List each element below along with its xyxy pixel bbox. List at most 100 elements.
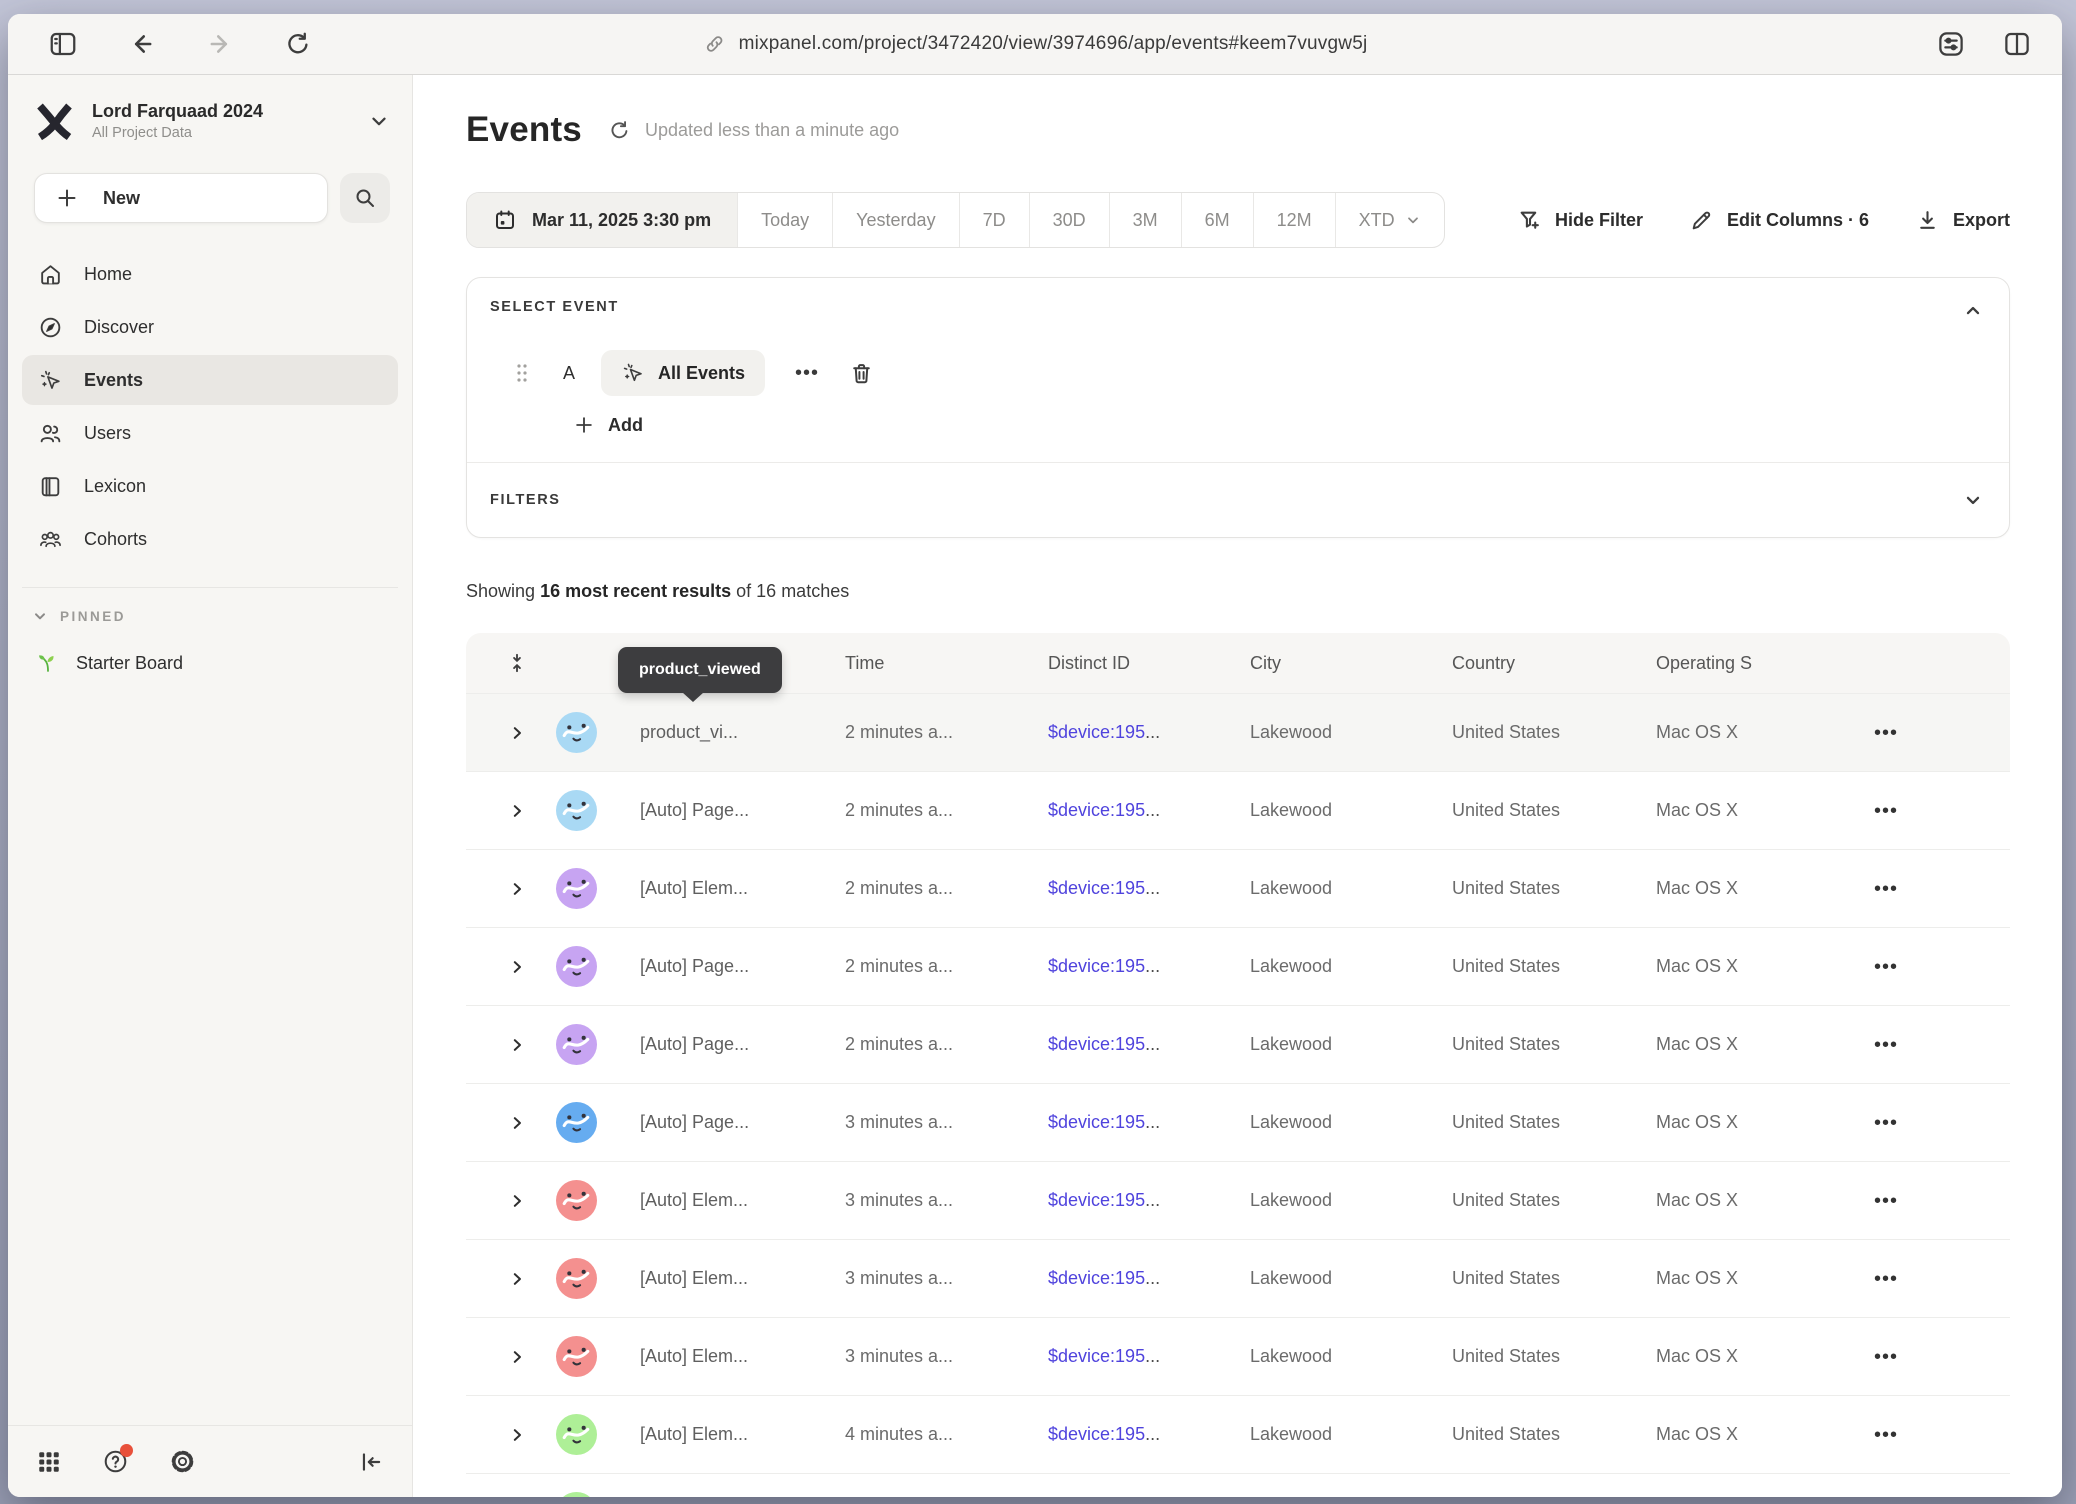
row-actions-button[interactable]: ••• — [1874, 723, 1898, 743]
distinct-id-link[interactable]: $device:195 — [1048, 878, 1145, 898]
range-xtd[interactable]: XTD — [1336, 193, 1444, 247]
event-more-options-button[interactable]: ••• — [791, 363, 823, 383]
event-name[interactable]: [Auto] Elem... — [640, 1424, 845, 1445]
expand-row-button[interactable] — [466, 1270, 556, 1288]
distinct-id-link[interactable]: $device:195 — [1048, 1190, 1145, 1210]
expand-row-button[interactable] — [466, 1426, 556, 1444]
row-actions-button[interactable]: ••• — [1874, 957, 1898, 977]
column-operating-system[interactable]: Operating S — [1656, 653, 1796, 674]
refresh-icon[interactable] — [608, 119, 631, 142]
distinct-id-link[interactable]: $device:195 — [1048, 1268, 1145, 1288]
sidebar-item-cohorts[interactable]: Cohorts — [22, 514, 398, 564]
row-actions-button[interactable]: ••• — [1874, 1035, 1898, 1055]
sidebar-item-events[interactable]: Events — [22, 355, 398, 405]
back-button-icon[interactable] — [128, 30, 156, 58]
event-name[interactable]: [Auto] Page... — [640, 1034, 845, 1055]
url-text[interactable]: mixpanel.com/project/3472420/view/397469… — [739, 33, 1368, 55]
expand-row-button[interactable] — [466, 880, 556, 898]
event-name[interactable]: [Auto] Elem... — [640, 878, 845, 899]
event-name[interactable]: [Auto] Page... — [640, 1112, 845, 1133]
settings-gear-icon[interactable] — [169, 1448, 196, 1475]
row-actions-button[interactable]: ••• — [1874, 801, 1898, 821]
event-name[interactable]: [Auto] Page... — [640, 956, 845, 977]
table-row[interactable]: [Auto] Elem... 4 minutes a... $device:19… — [466, 1395, 2010, 1473]
sidebar-item-lexicon[interactable]: Lexicon — [22, 461, 398, 511]
event-name[interactable]: [Auto] Page... — [640, 800, 845, 821]
export-button[interactable]: Export — [1915, 208, 2010, 233]
results-count: 16 most recent results — [540, 581, 731, 601]
range-3m[interactable]: 3M — [1110, 193, 1182, 247]
row-actions-button[interactable]: ••• — [1874, 1425, 1898, 1445]
table-row[interactable]: [Auto] Elem... 4 minutes a... $device:19… — [466, 1473, 2010, 1497]
row-actions-button[interactable]: ••• — [1874, 1191, 1898, 1211]
table-row[interactable]: [Auto] Page... 2 minutes a... $device:19… — [466, 771, 2010, 849]
search-button[interactable] — [340, 173, 390, 223]
column-country[interactable]: Country — [1452, 653, 1656, 674]
reload-button-icon[interactable] — [284, 30, 312, 58]
range-6m[interactable]: 6M — [1182, 193, 1254, 247]
range-30d[interactable]: 30D — [1030, 193, 1110, 247]
row-actions-button[interactable]: ••• — [1874, 1113, 1898, 1133]
table-row[interactable]: [Auto] Elem... 3 minutes a... $device:19… — [466, 1317, 2010, 1395]
pinned-section-header[interactable]: PINNED — [32, 608, 398, 624]
drag-handle-icon[interactable] — [515, 362, 529, 384]
expand-row-button[interactable] — [466, 802, 556, 820]
column-time[interactable]: Time — [845, 653, 1048, 674]
row-actions-button[interactable]: ••• — [1874, 879, 1898, 899]
expand-row-button[interactable] — [466, 1348, 556, 1366]
collapse-section-icon[interactable] — [1961, 299, 1985, 323]
row-actions-button[interactable]: ••• — [1874, 1269, 1898, 1289]
expand-row-button[interactable] — [466, 1036, 556, 1054]
distinct-id-link[interactable]: $device:195 — [1048, 1424, 1145, 1444]
distinct-id-link[interactable]: $device:195 — [1048, 1112, 1145, 1132]
table-row[interactable]: [Auto] Elem... 3 minutes a... $device:19… — [466, 1161, 2010, 1239]
distinct-id-link[interactable]: $device:195 — [1048, 956, 1145, 976]
sidebar-item-users[interactable]: Users — [22, 408, 398, 458]
trash-icon[interactable] — [849, 361, 874, 386]
event-name[interactable]: [Auto] Elem... — [640, 1190, 845, 1211]
event-name[interactable]: [Auto] Elem... — [640, 1268, 845, 1289]
add-event-button[interactable]: Add — [573, 414, 643, 436]
edit-columns-button[interactable]: Edit Columns · 6 — [1689, 208, 1869, 233]
browser-sidebar-toggle-icon[interactable] — [48, 29, 78, 59]
new-button[interactable]: New — [34, 173, 328, 223]
forward-button-icon[interactable] — [206, 30, 234, 58]
column-city[interactable]: City — [1250, 653, 1452, 674]
expand-row-button[interactable] — [466, 958, 556, 976]
distinct-id-link[interactable]: $device:195 — [1048, 722, 1145, 742]
range-yesterday[interactable]: Yesterday — [833, 193, 959, 247]
table-row[interactable]: [Auto] Elem... 3 minutes a... $device:19… — [466, 1239, 2010, 1317]
help-button[interactable] — [102, 1448, 129, 1475]
range-7d[interactable]: 7D — [960, 193, 1030, 247]
hide-filter-button[interactable]: Hide Filter — [1517, 208, 1643, 233]
collapse-sidebar-icon[interactable] — [358, 1449, 384, 1475]
range-12m[interactable]: 12M — [1254, 193, 1336, 247]
event-selector-button[interactable]: All Events — [601, 350, 765, 396]
distinct-id-link[interactable]: $device:195 — [1048, 800, 1145, 820]
table-row[interactable]: [Auto] Elem... 2 minutes a... $device:19… — [466, 849, 2010, 927]
range-today[interactable]: Today — [738, 193, 833, 247]
table-row[interactable]: [Auto] Page... 2 minutes a... $device:19… — [466, 1005, 2010, 1083]
distinct-id-link[interactable]: $device:195 — [1048, 1346, 1145, 1366]
date-picker-button[interactable]: Mar 11, 2025 3:30 pm — [467, 193, 738, 247]
collapse-all-rows-icon[interactable] — [466, 652, 556, 674]
table-row[interactable]: [Auto] Page... 2 minutes a... $device:19… — [466, 927, 2010, 1005]
expand-filters-icon[interactable] — [1961, 488, 1985, 512]
sidebar-item-home[interactable]: Home — [22, 249, 398, 299]
sidebar-item-discover[interactable]: Discover — [22, 302, 398, 352]
sidebar-item-starter-board[interactable]: Starter Board — [22, 638, 398, 688]
row-actions-button[interactable]: ••• — [1874, 1347, 1898, 1367]
expand-row-button[interactable] — [466, 724, 556, 742]
table-row[interactable]: product_vi... 2 minutes a... $device:195… — [466, 693, 2010, 771]
apps-grid-icon[interactable] — [36, 1449, 62, 1475]
expand-row-button[interactable] — [466, 1192, 556, 1210]
split-view-icon[interactable] — [2002, 29, 2032, 59]
event-name[interactable]: product_vi... — [640, 722, 845, 743]
event-name[interactable]: [Auto] Elem... — [640, 1346, 845, 1367]
table-row[interactable]: [Auto] Page... 3 minutes a... $device:19… — [466, 1083, 2010, 1161]
page-settings-icon[interactable] — [1936, 29, 1966, 59]
column-distinct-id[interactable]: Distinct ID — [1048, 653, 1250, 674]
project-switcher[interactable]: Lord Farquaad 2024 All Project Data — [34, 99, 390, 143]
expand-row-button[interactable] — [466, 1114, 556, 1132]
distinct-id-link[interactable]: $device:195 — [1048, 1034, 1145, 1054]
